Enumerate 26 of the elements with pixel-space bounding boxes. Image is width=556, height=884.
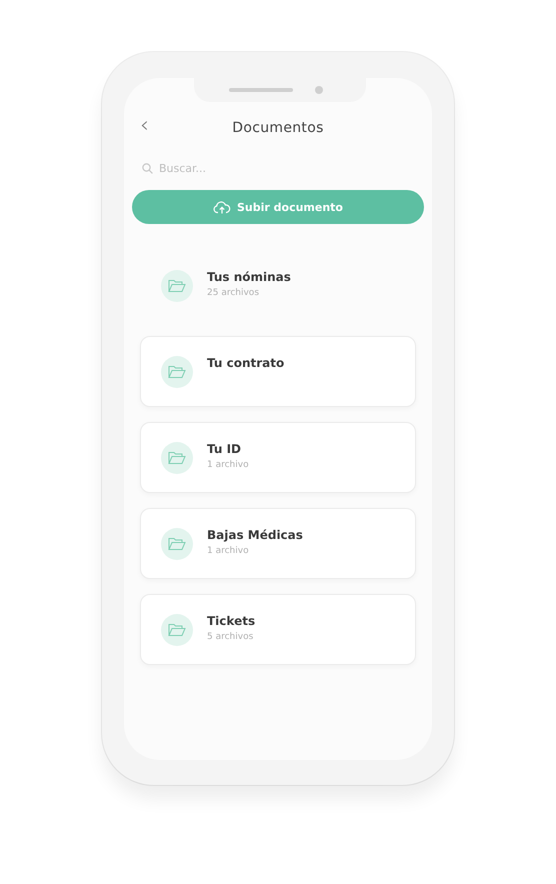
folder-icon: [168, 364, 186, 378]
back-button[interactable]: ‹: [140, 114, 149, 138]
file-count: 5 archivos: [207, 632, 254, 642]
folder-item[interactable]: Bajas Médicas 1 archivo: [140, 508, 416, 579]
folder-icon: [168, 622, 186, 636]
folder-item[interactable]: Tickets 5 archivos: [140, 594, 416, 665]
folder-icon: [168, 450, 186, 464]
folder-name: Bajas Médicas: [207, 528, 303, 542]
camera-lens: [315, 86, 323, 94]
folder-item[interactable]: Tus nóminas 25 archivos: [140, 250, 416, 321]
screen-title: Documentos: [232, 120, 324, 136]
speaker-grille: [229, 88, 293, 92]
file-count: 1 archivo: [207, 546, 250, 556]
search-icon: [142, 162, 153, 174]
cloud-upload-icon: [212, 200, 231, 214]
folder-name: Tu contrato: [207, 356, 284, 370]
folder-name: Tickets: [207, 614, 256, 628]
file-count: 25 archivos: [207, 288, 260, 298]
file-count: 1 archivo: [207, 460, 249, 470]
folder-name: Tu ID: [207, 442, 242, 456]
folder-name: Tus nóminas: [207, 270, 291, 284]
folder-icon: [168, 278, 186, 292]
folder-item[interactable]: Tu ID 1 archivo: [140, 422, 416, 493]
folder-item[interactable]: Tu contrato: [140, 336, 416, 407]
search-field[interactable]: Buscar...: [159, 162, 359, 174]
folder-icon: [168, 536, 186, 550]
